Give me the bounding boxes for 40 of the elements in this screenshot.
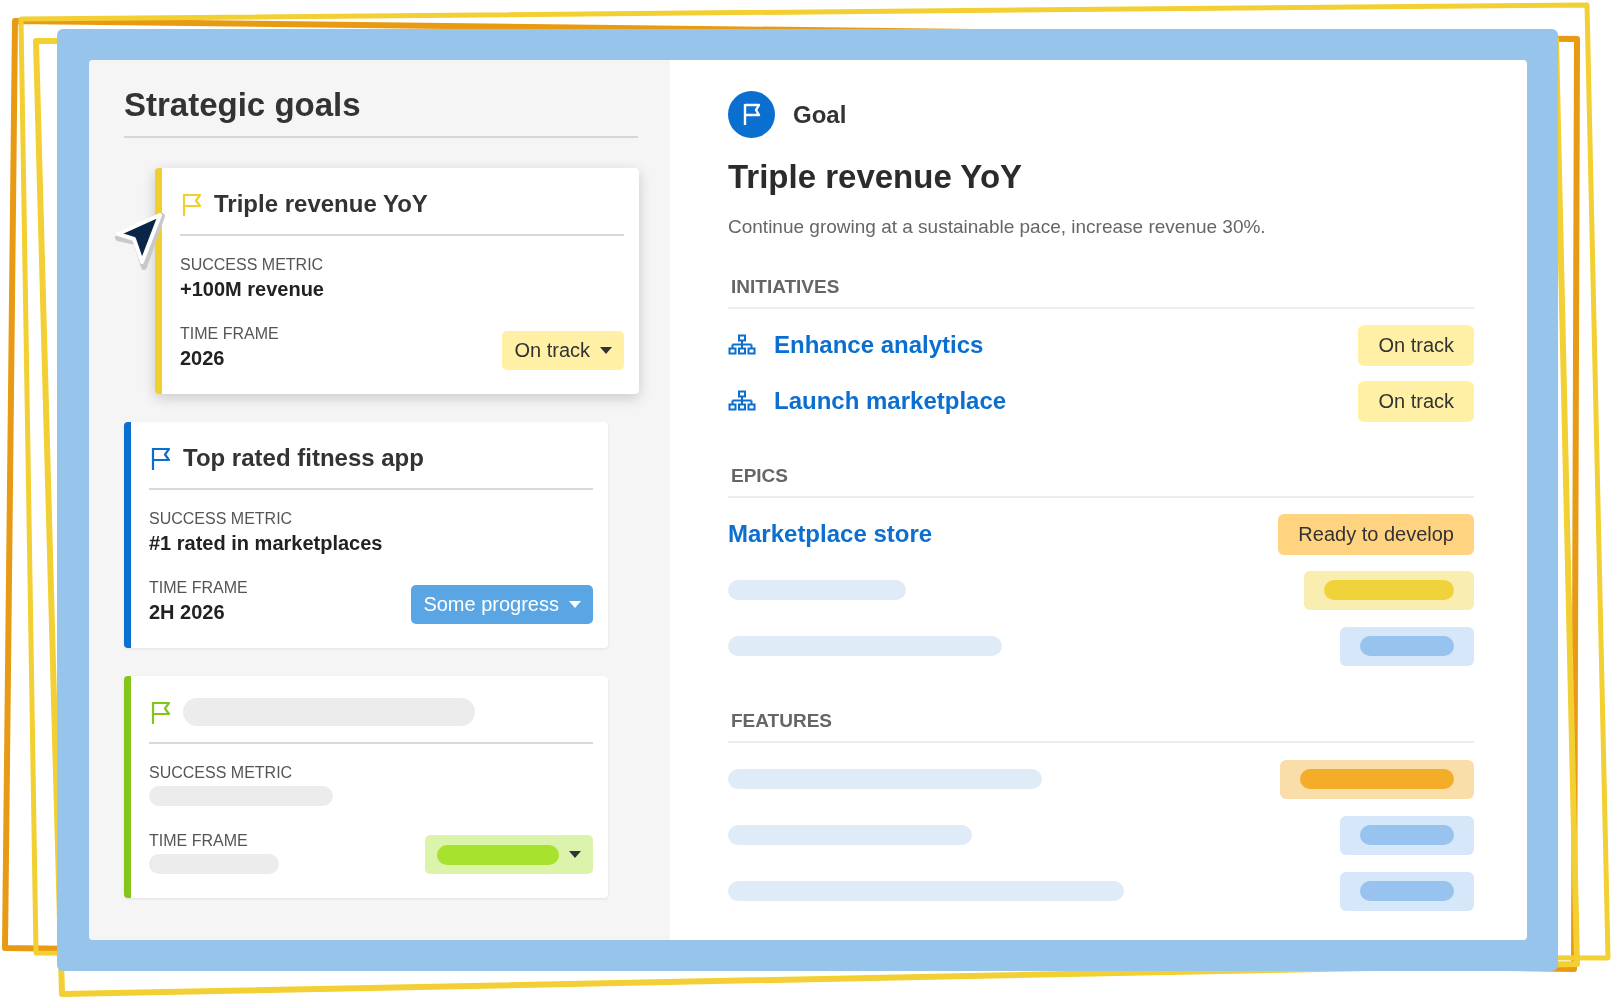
- field-label: SUCCESS METRIC: [180, 256, 325, 274]
- flag-icon: [180, 191, 204, 217]
- flag-icon: [149, 699, 173, 725]
- caret-icon: [600, 347, 612, 354]
- item-link[interactable]: Marketplace store: [728, 520, 933, 548]
- goal-description: Continue growing at a sustainable pace, increase revenue 30%.: [728, 216, 1267, 238]
- hierarchy-icon: [728, 390, 756, 412]
- section-heading: INITIATIVES: [728, 276, 1474, 309]
- section-heading: EPICS: [728, 465, 1474, 498]
- item-type-label: Goal: [793, 100, 847, 129]
- goal-card[interactable]: Top rated fitness app SUCCESS METRIC #1 rated in marketplaces TIME FRAME 2H 2026 Some progress: [124, 422, 608, 648]
- time-frame-value: 2026: [180, 347, 226, 370]
- item-link[interactable]: Launch marketplace: [774, 387, 1007, 415]
- item-link[interactable]: Enhance analytics: [774, 331, 984, 359]
- goal-card[interactable]: SUCCESS METRIC TIME FRAME: [124, 676, 608, 898]
- hierarchy-icon: [728, 334, 756, 356]
- flag-icon: [149, 445, 173, 471]
- goal-title: Triple revenue YoY: [214, 190, 428, 218]
- goal-title: Top rated fitness app: [183, 444, 424, 472]
- goal-card[interactable]: Triple revenue YoY SUCCESS METRIC +100M revenue TIME FRAME 2026 On track: [155, 168, 639, 394]
- goal-title: Triple revenue YoY: [728, 158, 1024, 196]
- field-label: TIME FRAME: [149, 579, 248, 597]
- status-dropdown[interactable]: On track: [502, 331, 624, 370]
- status-badge: Ready to develop: [1278, 513, 1474, 555]
- status-badge: On track: [1358, 324, 1474, 366]
- field-label: TIME FRAME: [180, 325, 279, 343]
- section-heading: FEATURES: [728, 710, 1474, 743]
- field-label: TIME FRAME: [149, 832, 249, 850]
- time-frame-value: 2H 2026: [149, 601, 226, 624]
- flag-icon: [728, 91, 775, 138]
- cursor-icon: [114, 212, 166, 270]
- metric-value: +100M revenue: [180, 278, 325, 301]
- field-label: SUCCESS METRIC: [149, 510, 294, 528]
- panel-title: Strategic goals: [124, 86, 638, 138]
- caret-icon: [569, 851, 581, 858]
- caret-icon: [569, 601, 581, 608]
- status-dropdown[interactable]: [425, 835, 593, 874]
- metric-value: #1 rated in marketplaces: [149, 532, 384, 555]
- status-badge: On track: [1358, 380, 1474, 422]
- field-label: SUCCESS METRIC: [149, 764, 294, 782]
